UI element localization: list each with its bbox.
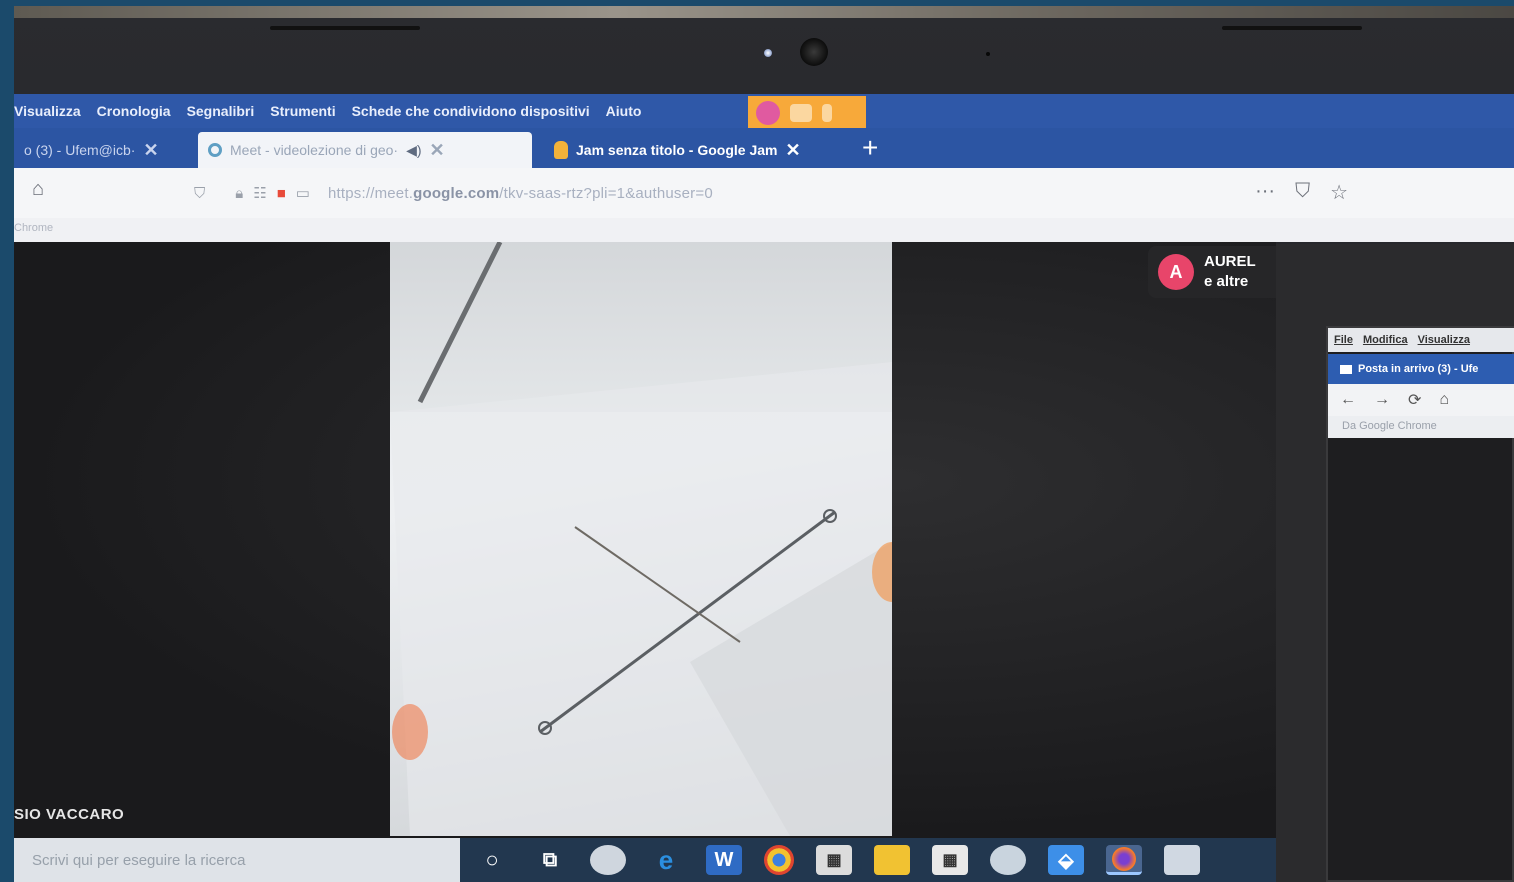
reload-icon: ⟳ <box>1408 392 1422 409</box>
mail-icon <box>1340 364 1352 374</box>
menu-modifica: Modifica <box>1362 334 1408 346</box>
microphone-icon <box>822 104 832 122</box>
edge-icon[interactable]: e <box>648 845 684 875</box>
participant-video[interactable] <box>390 242 892 836</box>
page-actions: ··· ⛉ ☆ <box>1255 180 1348 205</box>
new-tab-button[interactable]: + <box>862 132 878 164</box>
second-laptop-nav: ← → ⟳ ⌂ <box>1328 384 1514 416</box>
navigation-bar: ⌂ ⛉ 🔒︎ ☷ ■ ▭ https://meet.google.com/tkv… <box>14 168 1514 218</box>
microphone-hole <box>986 52 990 56</box>
task-view-icon[interactable]: ⧉ <box>532 845 568 875</box>
presenter-label: AUREL e altre <box>1204 252 1268 292</box>
device-sharing-indicator[interactable] <box>748 96 866 130</box>
tracking-shield-icon[interactable]: ⛉ <box>194 185 205 202</box>
lock-icon[interactable]: 🔒︎ <box>235 185 243 202</box>
tab-label: Meet - videolezione di geo· <box>230 142 399 158</box>
chrome-icon[interactable] <box>764 845 794 875</box>
tab-label: Jam senza titolo - Google Jam <box>576 142 778 158</box>
dropbox-icon[interactable]: ⬙ <box>1048 845 1084 875</box>
paint-icon[interactable] <box>990 845 1026 875</box>
firefox-icon <box>756 101 780 125</box>
avatar: A <box>1158 254 1194 290</box>
participant-name: SIO VACCARO <box>14 806 125 823</box>
menu-schede-condivise[interactable]: Schede che condividono dispositivi <box>352 103 590 119</box>
presenter-chip[interactable]: A AUREL e altre <box>1148 246 1290 298</box>
second-laptop-bookmark: Da Google Chrome <box>1328 416 1514 438</box>
weather-icon[interactable] <box>590 845 626 875</box>
cortana-icon[interactable]: ○ <box>474 845 510 875</box>
webcam-light <box>764 49 772 57</box>
bezel-slot <box>270 26 420 30</box>
second-laptop: File Modifica Visualizza Posta in arrivo… <box>1276 244 1514 882</box>
second-laptop-screen: File Modifica Visualizza Posta in arrivo… <box>1326 326 1514 882</box>
more-actions-icon[interactable]: ··· <box>1255 180 1275 205</box>
menu-aiuto[interactable]: Aiuto <box>606 103 642 119</box>
meet-icon <box>208 143 222 157</box>
home-icon[interactable]: ⌂ <box>32 178 44 201</box>
tab-label: Posta in arrivo (3) - Ufe <box>1358 363 1479 375</box>
tab-bar: o (3) - Ufem@icb· ✕ Meet - videolezione … <box>14 128 1514 168</box>
windows-taskbar: Scrivi qui per eseguire la ricerca ○ ⧉ e… <box>14 838 1276 882</box>
tab-mail[interactable]: o (3) - Ufem@icb· ✕ <box>14 132 194 168</box>
url-text[interactable]: https://meet.google.com/tkv-saas-rtz?pli… <box>328 185 713 202</box>
tab-label: o (3) - Ufem@icb· <box>24 142 136 158</box>
bookmark-star-icon[interactable]: ☆ <box>1330 180 1348 205</box>
calendar-icon[interactable]: ▦ <box>932 845 968 875</box>
pocket-icon[interactable]: ⛉ <box>1295 180 1310 205</box>
camera-icon <box>790 104 812 122</box>
presenter-others: e altre <box>1204 273 1249 290</box>
finger-blur <box>392 704 428 760</box>
home-icon: ⌂ <box>1439 391 1450 408</box>
menu-cronologia[interactable]: Cronologia <box>97 103 171 119</box>
webcam-lens <box>800 38 828 66</box>
taskbar-icons: ○ ⧉ e W ▦ ▦ ⬙ <box>474 838 1200 882</box>
taskbar-search[interactable]: Scrivi qui per eseguire la ricerca <box>14 838 460 882</box>
firefox-taskbar-icon[interactable] <box>1106 845 1142 875</box>
calculator-icon[interactable]: ▦ <box>816 845 852 875</box>
forward-icon: → <box>1374 391 1390 408</box>
second-laptop-menubar: File Modifica Visualizza <box>1328 328 1514 352</box>
meet-call-area: SIO VACCARO A AUREL e altre <box>14 242 1290 838</box>
url-bar[interactable]: ⛉ 🔒︎ ☷ ■ ▭ https://meet.google.com/tkv-s… <box>194 176 1374 210</box>
bookmarks-bar: Chrome <box>14 218 1514 242</box>
file-explorer-icon[interactable] <box>874 845 910 875</box>
menu-file: File <box>1334 334 1353 346</box>
close-icon[interactable]: ✕ <box>143 140 158 161</box>
back-icon: ← <box>1340 391 1356 408</box>
word-icon[interactable]: W <box>706 845 742 875</box>
bookmark-item[interactable]: Chrome <box>14 222 53 234</box>
close-icon[interactable]: ✕ <box>786 140 801 161</box>
search-placeholder: Scrivi qui per eseguire la ricerca <box>32 851 246 869</box>
menu-visualizza: Visualizza <box>1417 334 1470 346</box>
pen-edge <box>417 242 503 404</box>
menu-segnalibri[interactable]: Segnalibri <box>187 103 255 119</box>
jamboard-icon <box>554 141 568 159</box>
video-drawing <box>390 242 892 836</box>
bezel-slot <box>1222 26 1362 30</box>
permissions-icon[interactable]: ☷ <box>253 184 266 202</box>
menu-visualizza[interactable]: Visualizza <box>14 103 81 119</box>
laptop-edge <box>14 6 1514 18</box>
second-laptop-tab: Posta in arrivo (3) - Ufe <box>1328 354 1514 384</box>
menu-strumenti[interactable]: Strumenti <box>270 103 335 119</box>
snip-icon[interactable] <box>1164 845 1200 875</box>
close-icon[interactable]: ✕ <box>430 140 445 161</box>
tab-meet[interactable]: Meet - videolezione di geo· ◀) ✕ <box>198 132 532 168</box>
speaker-icon[interactable]: ◀) <box>406 142 421 159</box>
screen-share-icon[interactable]: ▭ <box>296 184 310 202</box>
camera-permission-icon[interactable]: ■ <box>277 185 286 202</box>
tab-jam[interactable]: Jam senza titolo - Google Jam ✕ <box>544 132 864 168</box>
presenter-name: AUREL <box>1204 253 1256 270</box>
